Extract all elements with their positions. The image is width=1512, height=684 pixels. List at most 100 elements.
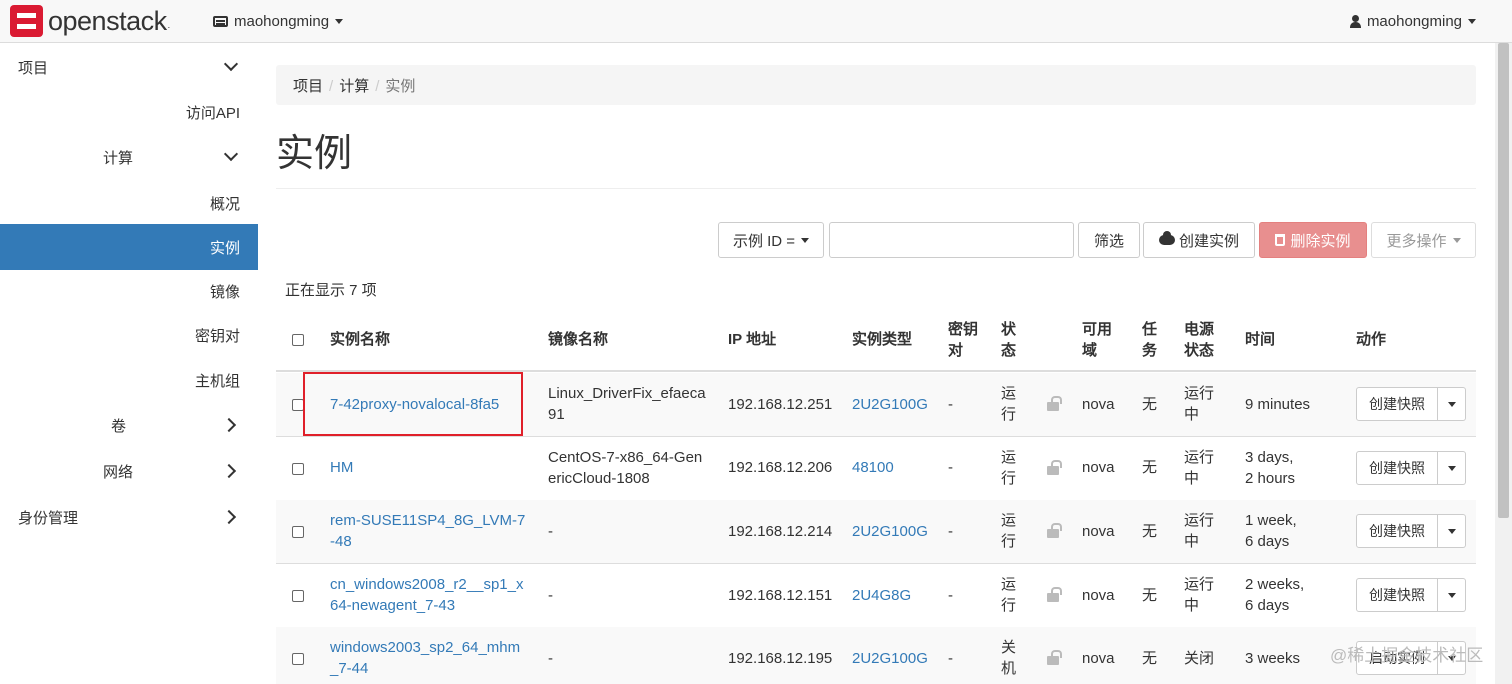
- age: 3 days, 2 hours: [1245, 449, 1296, 487]
- col-header-power[interactable]: 电源 状态: [1184, 319, 1214, 361]
- col-header-image[interactable]: 镜像名称: [548, 329, 608, 350]
- sidebar-item-api-access[interactable]: 访问API: [0, 89, 258, 135]
- unlocked-icon[interactable]: [1047, 523, 1062, 538]
- power-state: 运行中: [1184, 512, 1215, 550]
- row-actions-dropdown[interactable]: [1438, 387, 1466, 421]
- sidebar-item-identity[interactable]: 身份管理: [0, 494, 258, 540]
- ip-address: 192.168.12.206: [728, 459, 833, 476]
- col-header-status[interactable]: 状态: [1001, 319, 1016, 361]
- cloud-upload-icon: [1158, 231, 1175, 245]
- sidebar-item-images[interactable]: 镜像: [0, 268, 258, 314]
- openstack-logo[interactable]: openstack.: [10, 5, 170, 37]
- row-actions-dropdown[interactable]: [1438, 578, 1466, 612]
- col-header-task[interactable]: 任务: [1142, 319, 1157, 361]
- unlocked-icon[interactable]: [1047, 587, 1062, 602]
- sidebar-item-instances[interactable]: 实例: [0, 224, 258, 270]
- row-checkbox[interactable]: [292, 526, 304, 538]
- watermark: @稀土掘金技术社区: [1330, 646, 1484, 665]
- keypair: -: [948, 459, 953, 476]
- sidebar-item-label: 身份管理: [18, 510, 79, 527]
- instance-name-link[interactable]: rem-SUSE11SP4_8G_LVM-7 -48: [330, 510, 525, 552]
- flavor-link[interactable]: 48100: [852, 457, 894, 478]
- create-snapshot-button[interactable]: 创建快照: [1356, 387, 1438, 421]
- filter-input[interactable]: [829, 222, 1074, 258]
- flavor-link[interactable]: 2U2G100G: [852, 521, 928, 542]
- create-snapshot-button[interactable]: 创建快照: [1356, 514, 1438, 548]
- col-header-keypair[interactable]: 密钥对: [948, 319, 978, 361]
- col-header-actions: 动作: [1356, 331, 1387, 348]
- breadcrumb-item-project[interactable]: 项目: [293, 78, 323, 95]
- instance-name-link[interactable]: cn_windows2008_r2__sp1_x 64-newagent_7-43: [330, 574, 523, 616]
- availability-zone: nova: [1082, 523, 1115, 540]
- keypair: -: [948, 396, 953, 413]
- more-actions-button[interactable]: 更多操作: [1371, 222, 1476, 258]
- image-name: -: [548, 650, 553, 667]
- unlocked-icon[interactable]: [1047, 396, 1062, 411]
- scrollbar-thumb[interactable]: [1498, 43, 1509, 518]
- row-checkbox[interactable]: [292, 590, 304, 602]
- row-actions: 创建快照: [1356, 514, 1466, 548]
- title-divider: [276, 188, 1476, 189]
- project-selector[interactable]: maohongming: [213, 10, 344, 32]
- caret-down-icon: [1447, 465, 1456, 471]
- image-name: CentOS-7-x86_64-Gen ericCloud-1808: [548, 449, 703, 487]
- status: 关机: [1001, 639, 1017, 677]
- sidebar-item-network[interactable]: 网络: [0, 448, 258, 494]
- caret-down-icon: [1447, 528, 1456, 534]
- keypair: -: [948, 587, 953, 604]
- filter-button[interactable]: 筛选: [1078, 222, 1140, 258]
- table-header: 实例名称 镜像名称 IP 地址 实例类型 密钥对 状态 可用域 任务 电源 状态 …: [276, 309, 1476, 372]
- sidebar-item-label: 主机组: [194, 373, 240, 390]
- sidebar-item-volumes[interactable]: 卷: [0, 402, 258, 448]
- instance-name-link[interactable]: HM: [330, 457, 353, 478]
- page-scrollbar[interactable]: [1495, 43, 1512, 684]
- age: 3 weeks: [1245, 650, 1301, 667]
- col-header-ip[interactable]: IP 地址: [728, 329, 776, 350]
- col-header-name[interactable]: 实例名称: [330, 329, 390, 350]
- delete-instances-button[interactable]: 删除实例: [1259, 222, 1367, 258]
- ip-address: 192.168.12.195: [728, 650, 833, 667]
- select-all-checkbox[interactable]: [292, 334, 304, 346]
- caret-down-icon: [801, 237, 810, 243]
- flavor-link[interactable]: 2U4G8G: [852, 585, 911, 606]
- col-header-time[interactable]: 时间: [1245, 329, 1275, 350]
- table-row: HM CentOS-7-x86_64-Gen ericCloud-1808 192…: [276, 437, 1476, 501]
- task: 无: [1142, 459, 1158, 476]
- row-actions: 创建快照: [1356, 451, 1466, 485]
- sidebar-item-project[interactable]: 项目: [0, 44, 258, 90]
- availability-zone: nova: [1082, 459, 1115, 476]
- row-actions: 创建快照: [1356, 387, 1466, 421]
- filter-field-select[interactable]: 示例 ID =: [718, 222, 824, 258]
- launch-instance-button[interactable]: 创建实例: [1143, 222, 1255, 258]
- status: 运行: [1001, 449, 1017, 487]
- sidebar-item-overview[interactable]: 概况: [0, 180, 258, 226]
- col-header-flavor[interactable]: 实例类型: [852, 329, 912, 350]
- age: 9 minutes: [1245, 396, 1311, 413]
- flavor-link[interactable]: 2U2G100G: [852, 648, 928, 669]
- row-actions-dropdown[interactable]: [1438, 451, 1466, 485]
- task: 无: [1142, 396, 1158, 413]
- instance-name-link[interactable]: windows2003_sp2_64_mhm _7-44: [330, 637, 520, 679]
- status: 运行: [1001, 512, 1017, 550]
- sidebar-item-label: 项目: [18, 60, 49, 77]
- flavor-link[interactable]: 2U2G100G: [852, 394, 928, 415]
- create-snapshot-button[interactable]: 创建快照: [1356, 451, 1438, 485]
- sidebar-item-server-groups[interactable]: 主机组: [0, 357, 258, 403]
- row-checkbox[interactable]: [292, 463, 304, 475]
- caret-down-icon: [1452, 237, 1461, 243]
- logo-text: openstack.: [48, 5, 170, 36]
- sidebar-item-label: 实例: [209, 240, 240, 257]
- breadcrumb-item-compute[interactable]: 计算: [339, 78, 369, 95]
- unlocked-icon[interactable]: [1047, 650, 1062, 665]
- row-checkbox[interactable]: [292, 653, 304, 665]
- create-snapshot-button[interactable]: 创建快照: [1356, 578, 1438, 612]
- power-state: 运行中: [1184, 449, 1215, 487]
- sidebar-item-compute[interactable]: 计算: [0, 134, 258, 180]
- sidebar-item-keypairs[interactable]: 密钥对: [0, 312, 258, 358]
- unlocked-icon[interactable]: [1047, 460, 1062, 475]
- row-actions-dropdown[interactable]: [1438, 514, 1466, 548]
- col-header-az[interactable]: 可用域: [1082, 319, 1112, 361]
- sidebar: 项目 访问API 计算 概况 实例 镜像 密钥对 主机组 卷 网络 身份管理: [0, 44, 258, 684]
- user-menu[interactable]: maohongming: [1349, 10, 1476, 32]
- power-state: 运行中: [1184, 385, 1215, 423]
